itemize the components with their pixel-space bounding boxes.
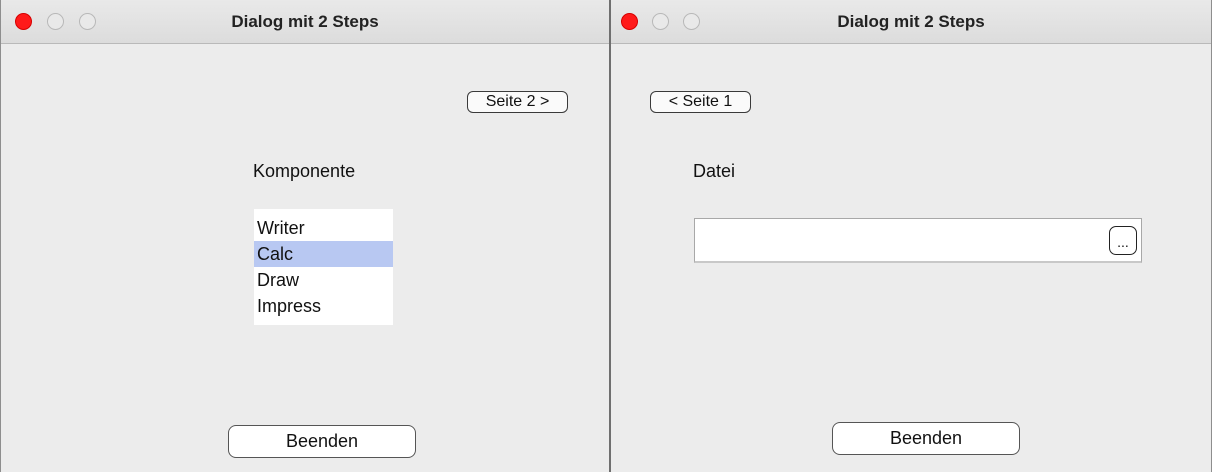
dialog-window-step-2: Dialog mit 2 Steps < Seite 1 Datei ... B… [609, 0, 1212, 472]
component-label: Komponente [253, 161, 356, 181]
list-item-writer[interactable]: Writer [254, 215, 393, 241]
dialog-content: < Seite 1 Datei ... Beenden [611, 44, 1211, 472]
titlebar[interactable]: Dialog mit 2 Steps [1, 0, 609, 44]
list-item-calc[interactable]: Calc [254, 241, 393, 267]
window-title: Dialog mit 2 Steps [231, 12, 379, 31]
list-item-draw[interactable]: Draw [254, 267, 393, 293]
dialog-window-step-1: Dialog mit 2 Steps Seite 2 > Komponente … [0, 0, 609, 472]
file-path-field[interactable]: ... [694, 218, 1142, 263]
list-item-impress[interactable]: Impress [254, 293, 393, 319]
browse-button[interactable]: ... [1109, 226, 1137, 255]
component-listbox[interactable]: Writer Calc Draw Impress [254, 209, 393, 325]
file-label: Datei [693, 161, 736, 181]
next-page-button[interactable]: Seite 2 > [467, 91, 568, 113]
titlebar[interactable]: Dialog mit 2 Steps [611, 0, 1211, 44]
finish-button[interactable]: Beenden [228, 425, 416, 458]
previous-page-button[interactable]: < Seite 1 [650, 91, 751, 113]
finish-button[interactable]: Beenden [832, 422, 1020, 455]
dialog-content: Seite 2 > Komponente Writer Calc Draw Im… [1, 44, 609, 472]
window-title: Dialog mit 2 Steps [837, 12, 985, 31]
